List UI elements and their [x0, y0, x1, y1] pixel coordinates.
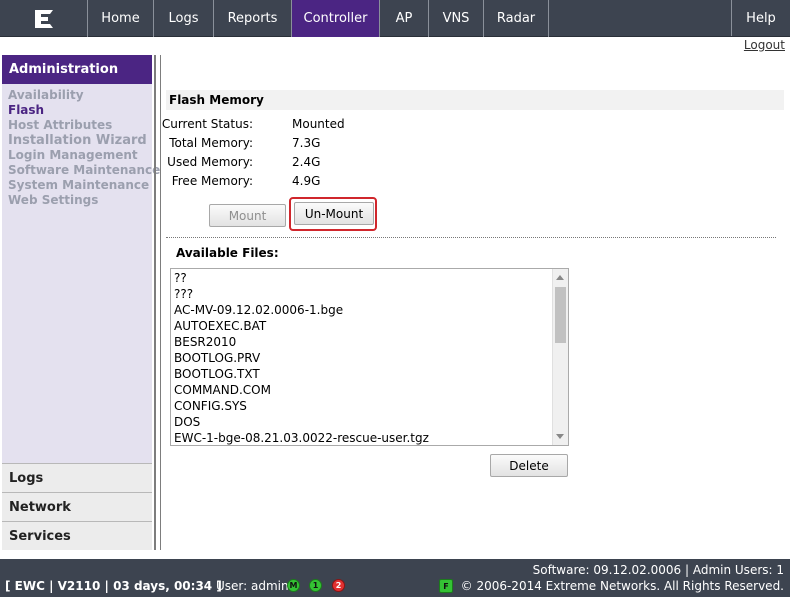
logout-link[interactable]: Logout [744, 38, 785, 52]
system-status: [ EWC | V2110 | 03 days, 00:34 ] [5, 579, 222, 593]
list-item[interactable]: DOS [174, 414, 200, 430]
sidebar-links: Availability Flash Host Attributes Insta… [2, 84, 160, 208]
nav-spacer [549, 0, 732, 36]
list-item[interactable]: AUTOEXEC.BAT [174, 318, 266, 334]
status-footer: Software: 09.12.02.0006 | Admin Users: 1… [0, 559, 790, 597]
available-files-label: Available Files: [176, 246, 279, 260]
list-item[interactable]: COMMAND.COM [174, 382, 271, 398]
flash-memory-title: Flash Memory [166, 90, 784, 110]
available-files-list[interactable]: ?? ??? AC-MV-09.12.02.0006-1.bge AUTOEXE… [170, 268, 569, 446]
status-row-current: Current Status: Mounted [162, 117, 466, 134]
nav-reports[interactable]: Reports [214, 0, 292, 37]
status-row-total: Total Memory: 7.3G [166, 136, 466, 153]
status-value: 7.3G [292, 136, 321, 150]
mount-button[interactable]: Mount [209, 204, 286, 227]
sidebar-section-logs[interactable]: Logs [2, 463, 152, 492]
list-item[interactable]: EWC-1-bge-08.21.03.0022-rescue-user.tgz [174, 430, 429, 445]
status-key: Used Memory: [167, 155, 253, 169]
sidebar-item-system-maintenance[interactable]: System Maintenance [8, 178, 152, 193]
sidebar-item-web-settings[interactable]: Web Settings [8, 193, 152, 208]
status-row-used: Used Memory: 2.4G [166, 155, 466, 172]
list-item[interactable]: AC-MV-09.12.02.0006-1.bge [174, 302, 343, 318]
scroll-up-arrow-icon[interactable] [556, 275, 564, 280]
admin-sidebar: Administration Availability Flash Host A… [2, 55, 160, 550]
current-user: User: admin [216, 579, 289, 593]
sidebar-item-installation-wizard[interactable]: Installation Wizard [8, 133, 152, 148]
status-key: Free Memory: [171, 174, 253, 188]
sidebar-item-flash[interactable]: Flash [8, 103, 152, 118]
nav-controller[interactable]: Controller [292, 0, 380, 37]
one-status-icon[interactable]: 1 [309, 579, 322, 592]
unmount-button[interactable]: Un-Mount [294, 202, 374, 225]
sidebar-item-host-attributes[interactable]: Host Attributes [8, 118, 152, 133]
nav-help[interactable]: Help [732, 0, 790, 37]
sidebar-section-network[interactable]: Network [2, 492, 152, 521]
list-item[interactable]: ??? [174, 286, 193, 302]
delete-button[interactable]: Delete [490, 454, 568, 477]
scrollbar-thumb[interactable] [555, 287, 566, 343]
nav-logs[interactable]: Logs [154, 0, 214, 37]
sidebar-item-software-maintenance[interactable]: Software Maintenance [8, 163, 160, 178]
nav-ap[interactable]: AP [380, 0, 429, 37]
sidebar-sections: Logs Network Services [2, 463, 152, 550]
sidebar-item-availability[interactable]: Availability [8, 88, 152, 103]
list-item[interactable]: ?? [174, 270, 187, 286]
status-key: Current Status: [161, 117, 253, 131]
two-status-icon[interactable]: 2 [332, 579, 345, 592]
top-nav-bar: Home Logs Reports Controller AP VNS Rada… [0, 0, 790, 37]
list-item[interactable]: BOOTLOG.PRV [174, 350, 260, 366]
status-row-free: Free Memory: 4.9G [166, 174, 466, 191]
flag-status-icon[interactable]: F [439, 579, 453, 593]
sidebar-section-services[interactable]: Services [2, 521, 152, 550]
scroll-down-arrow-icon[interactable] [556, 434, 564, 439]
status-key: Total Memory: [169, 136, 253, 150]
nav-radar[interactable]: Radar [484, 0, 549, 37]
list-item[interactable]: CONFIG.SYS [174, 398, 247, 414]
nav-home[interactable]: Home [88, 0, 154, 37]
status-value: 4.9G [292, 174, 321, 188]
list-item[interactable]: BOOTLOG.TXT [174, 366, 260, 382]
sidebar-header[interactable]: Administration [2, 55, 152, 84]
sidebar-divider[interactable] [154, 55, 156, 550]
status-value: 2.4G [292, 155, 321, 169]
list-item[interactable]: BESR2010 [174, 334, 236, 350]
files-scrollbar[interactable] [552, 269, 568, 445]
status-value: Mounted [292, 117, 345, 131]
software-version: Software: 09.12.02.0006 | Admin Users: 1 [532, 563, 784, 577]
nav-vns[interactable]: VNS [429, 0, 484, 37]
extreme-logo-icon[interactable] [0, 0, 88, 37]
page-root: Home Logs Reports Controller AP VNS Rada… [0, 0, 790, 597]
m-status-icon[interactable]: M [287, 579, 300, 592]
sidebar-item-login-management[interactable]: Login Management [8, 148, 152, 163]
section-divider [166, 237, 776, 238]
copyright-text: © 2006-2014 Extreme Networks. All Rights… [460, 579, 784, 593]
